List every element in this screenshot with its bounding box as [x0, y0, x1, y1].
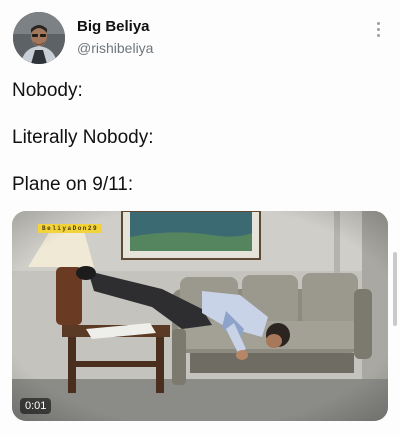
more-vertical-icon[interactable] [371, 20, 385, 42]
video-player[interactable]: BeliyaDon29 0:01 [12, 211, 388, 421]
video-duration-badge: 0:01 [20, 398, 52, 414]
tweet: Big Beliya @rishibeliya Nobody: Literall… [0, 0, 400, 435]
display-name[interactable]: Big Beliya [77, 18, 150, 35]
tweet-text-line-1: Nobody: [12, 80, 83, 101]
user-handle[interactable]: @rishibeliya [77, 40, 153, 56]
video-frame [12, 211, 388, 421]
tweet-text-line-3: Plane on 9/11: [12, 174, 134, 195]
scrollbar[interactable] [393, 252, 397, 326]
avatar-image [13, 12, 65, 64]
tweet-text-line-2: Literally Nobody: [12, 127, 154, 148]
avatar[interactable] [13, 12, 65, 64]
video-watermark: BeliyaDon29 [38, 224, 103, 233]
